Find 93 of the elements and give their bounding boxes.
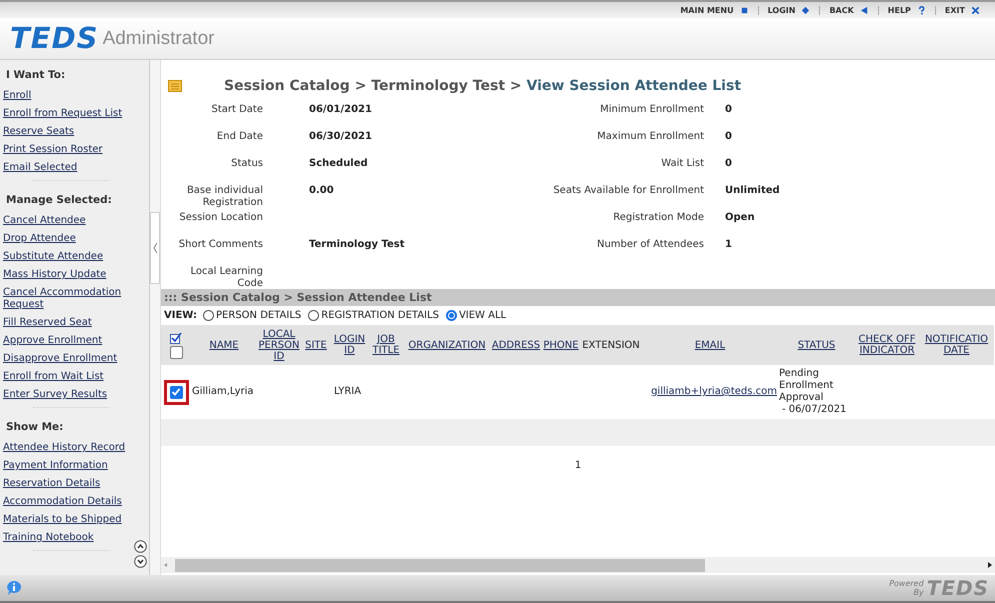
sidebar-link[interactable]: Disapprove Enrollment <box>3 353 149 365</box>
field-label: Minimum Enrollment <box>600 104 704 115</box>
field-value: Terminology Test <box>309 239 405 250</box>
column-header: EXTENSION <box>582 340 640 350</box>
sidebar-link[interactable]: Materials to be Shipped <box>3 514 149 526</box>
diamond-icon <box>801 6 810 14</box>
sidebar-heading: I Want To: <box>5 68 66 83</box>
footer-logo: TEDS <box>926 576 989 600</box>
table-cell: Gilliam,Lyria <box>192 386 254 397</box>
sidebar-link[interactable]: Reservation Details <box>3 478 149 490</box>
email-address-link[interactable]: gilliamb+lyria@teds.com <box>651 386 777 397</box>
close-icon <box>971 6 980 14</box>
view-radio[interactable]: PERSON DETAILS <box>203 310 302 321</box>
field-label: Seats Available for Enrollment <box>553 185 704 196</box>
view-radio[interactable]: REGISTRATION DETAILS <box>308 310 439 321</box>
help-icon <box>916 6 926 14</box>
nav-link[interactable]: LOGIN <box>758 6 820 14</box>
column-header-link[interactable]: STATUS <box>798 340 836 350</box>
breadcrumb-separator: > <box>354 78 366 94</box>
field-value: 0 <box>725 104 732 115</box>
field-label: Short Comments <box>178 239 263 250</box>
breadcrumb-item: Terminology Test <box>371 78 506 94</box>
field-label: Base individual Registration <box>186 185 263 208</box>
column-header-link[interactable]: EMAIL <box>694 340 726 350</box>
view-label: VIEW: <box>164 310 198 321</box>
field-value: Unlimited <box>725 185 780 196</box>
sidebar-link[interactable]: Enroll from Request List <box>3 108 149 120</box>
by-label: By <box>912 588 924 597</box>
logo: TEDS <box>10 24 99 53</box>
sidebar-link[interactable]: Enter Survey Results <box>3 389 149 401</box>
sidebar-link[interactable]: Training Notebook <box>3 532 149 544</box>
sidebar-link[interactable]: Print Session Roster <box>3 144 149 156</box>
scroll-up-icon[interactable] <box>134 540 147 553</box>
breadcrumb-item: Session Catalog <box>224 78 350 94</box>
scrollbar-thumb[interactable] <box>175 558 705 572</box>
checkbox[interactable] <box>170 386 182 398</box>
sidebar-link[interactable]: Substitute Attendee <box>3 251 149 263</box>
calendar-icon <box>168 80 182 92</box>
square-icon <box>740 6 749 14</box>
field-label: Local Learning Code <box>190 266 263 289</box>
field-label: Status <box>231 158 263 169</box>
checkbox[interactable] <box>170 346 182 358</box>
sidebar-link[interactable]: Cancel Attendee <box>3 215 149 227</box>
field-value: 06/30/2021 <box>309 131 372 142</box>
sidebar-link[interactable]: Email Selected <box>3 162 149 174</box>
table-cell-text: - 06/07/2021 <box>781 404 848 416</box>
sidebar-link[interactable]: Payment Information <box>3 460 149 472</box>
field-value: 0.00 <box>309 185 334 196</box>
scroll-down-icon[interactable] <box>134 555 147 568</box>
field-value: 0 <box>725 158 732 169</box>
sidebar-heading: Manage Selected: <box>5 193 113 208</box>
field-value: Scheduled <box>309 158 368 169</box>
info-icon[interactable] <box>6 580 22 596</box>
field-label: End Date <box>216 131 263 142</box>
sidebar-link[interactable]: Cancel Accommodation Request <box>3 287 149 311</box>
field-label: Maximum Enrollment <box>597 131 704 142</box>
sidebar-link[interactable]: Attendee History Record <box>3 442 149 454</box>
section-header: ::: Session Catalog > Session Attendee List <box>161 289 995 306</box>
back-arrow-icon <box>860 6 869 14</box>
chevron-left-icon <box>152 242 158 254</box>
sidebar-link[interactable]: Fill Reserved Seat <box>3 317 149 329</box>
field-label: Number of Attendees <box>596 239 704 250</box>
sidebar-link[interactable]: Accommodation Details <box>3 496 149 508</box>
table-cell-text: Pending Enrollment Approval <box>779 368 834 404</box>
field-value: 06/01/2021 <box>309 104 372 115</box>
breadcrumb-separator: > <box>510 78 522 94</box>
sidebar-link[interactable]: Drop Attendee <box>3 233 149 245</box>
powered-label: Powered <box>889 579 924 588</box>
field-value: Open <box>725 212 755 223</box>
field-label: Start Date <box>211 104 263 115</box>
nav-link[interactable]: HELP <box>878 6 935 14</box>
sidebar-link[interactable]: Approve Enrollment <box>3 335 149 347</box>
collapse-handle[interactable] <box>150 212 160 284</box>
view-radio[interactable]: VIEW ALL <box>446 310 506 321</box>
select-all-icon[interactable] <box>170 332 182 344</box>
column-header-link[interactable]: NAME <box>209 340 239 350</box>
page-number[interactable]: 1 <box>574 460 582 471</box>
sidebar-link[interactable]: Mass History Update <box>3 269 149 281</box>
nav-link[interactable]: EXIT <box>934 6 989 14</box>
sidebar-link[interactable]: Enroll <box>3 90 149 102</box>
sidebar-link[interactable]: Enroll from Wait List <box>3 371 149 383</box>
field-value: 1 <box>725 239 732 250</box>
field-label: Session Location <box>179 212 263 223</box>
table-cell: LYRIA <box>334 386 362 397</box>
field-label: Wait List <box>661 158 704 169</box>
field-label: Registration Mode <box>613 212 704 223</box>
sidebar-link[interactable]: Reserve Seats <box>3 126 149 138</box>
field-value: 0 <box>725 131 732 142</box>
nav-link[interactable]: BACK <box>819 6 878 14</box>
sidebar-heading: Show Me: <box>5 420 64 435</box>
nav-link[interactable]: MAIN MENU <box>671 6 758 14</box>
page-title: View Session Attendee List <box>526 78 742 94</box>
app-title: Administrator <box>102 28 214 50</box>
